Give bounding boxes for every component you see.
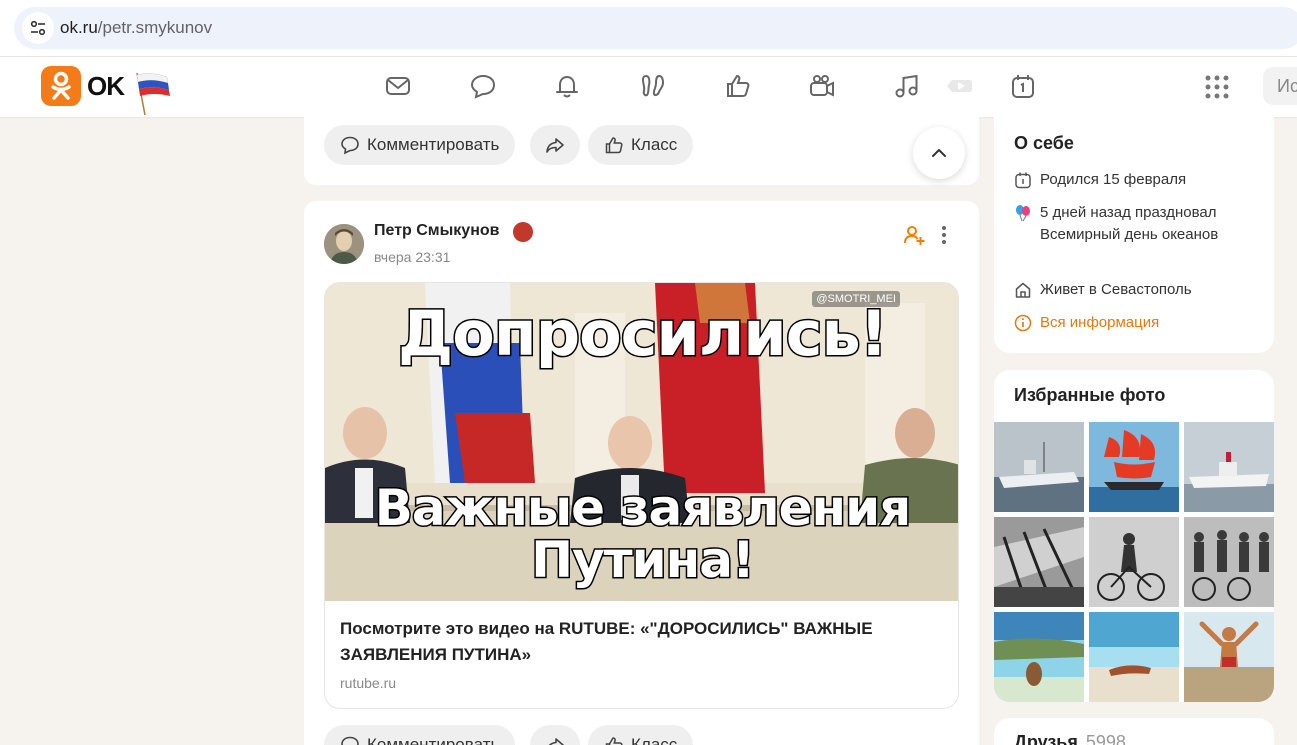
info-icon [1014,314,1032,332]
russian-flag-icon [136,72,170,116]
url-text[interactable]: ok.ru/petr.smykunov [60,18,212,38]
birthday-row: Родился 15 февраля [1014,169,1186,191]
logo-text[interactable]: OK [87,71,125,102]
like-label: Класс [631,135,678,154]
chevron-up-icon [932,149,946,157]
video-icon[interactable] [807,71,837,101]
video-headline-bottom-1: Важные заявления [373,478,912,539]
apps-grid-icon[interactable] [1203,73,1231,101]
notifications-icon[interactable] [552,71,582,101]
comment-label: Комментировать [367,135,500,154]
scroll-to-top-button[interactable] [913,127,965,179]
url-host: ok.ru [60,18,98,37]
author-badge-icon [513,222,533,242]
ok-logo-icon[interactable] [41,66,81,106]
video-thumbnail[interactable]: @SMOTRI_MEI Допросились! Важные заявлени… [325,283,958,601]
friends-count: 5998 [1085,732,1126,745]
comment-icon [341,736,359,745]
share-icon [546,138,564,153]
post-like-label: Класс [631,735,678,745]
music-icon[interactable] [892,71,922,101]
share-button[interactable] [530,125,580,165]
messages-icon[interactable] [383,71,413,101]
search-input[interactable]: Ис [1263,67,1297,105]
share-icon [548,738,564,745]
favorite-photo[interactable] [1184,422,1274,512]
video-headline-bottom-2: Путина! [530,530,757,591]
calendar-icon [1015,172,1031,189]
comment-icon [341,136,359,155]
url-path: /petr.smykunov [97,18,213,37]
post-comment-button[interactable]: Комментировать [324,725,516,745]
friends-title-text: Друзья [1014,732,1078,745]
all-info-link[interactable]: Вся информация [1014,312,1159,334]
favorite-photo[interactable] [994,422,1084,512]
balloons-icon [1016,205,1030,222]
play-icon[interactable] [944,71,974,101]
link-attachment[interactable]: @SMOTRI_MEI Допросились! Важные заявлени… [324,282,959,709]
thumbs-up-icon [605,737,623,745]
link-title[interactable]: Посмотрите это видео на RUTUBE: «"ДОРОСИ… [340,616,940,668]
calendar-icon[interactable] [1008,71,1038,101]
lives-text: Живет в Севастополь [1040,281,1192,298]
more-options-icon[interactable] [934,224,954,246]
thumbs-up-icon [605,137,623,154]
home-icon [1015,282,1031,298]
holiday-row: 5 дней назад праздновал Всемирный день о… [1014,202,1259,246]
add-friend-icon[interactable] [903,224,925,246]
post-like-button[interactable]: Класс [588,725,694,745]
browser-toolbar: ok.ru/petr.smykunov [0,0,1297,57]
address-bar[interactable]: ok.ru/petr.smykunov [14,7,1297,49]
events-icon[interactable] [723,71,753,101]
favorite-photos-title[interactable]: Избранные фото [1014,385,1165,406]
video-headline-top: Допросились! [397,296,890,372]
all-info-text: Вся информация [1040,314,1160,331]
holiday-text: 5 дней назад праздновал Всемирный день о… [1040,204,1219,243]
favorite-photo[interactable] [994,517,1084,607]
author-avatar[interactable] [324,224,364,264]
about-title: О себе [1014,133,1074,153]
discussions-icon[interactable] [468,71,498,101]
favorite-photo[interactable] [1184,517,1274,607]
guests-icon[interactable] [638,71,668,101]
post-comment-label: Комментировать [367,735,500,745]
comment-button[interactable]: Комментировать [324,125,516,165]
favorite-photo[interactable] [1089,422,1179,512]
site-settings-icon[interactable] [22,12,54,44]
post-author-name[interactable]: Петр Смыкунов [374,222,499,240]
post-time[interactable]: вчера 23:31 [374,249,450,265]
lives-row: Живет в Севастополь [1014,279,1192,301]
site-header: OK Ис [0,57,1297,117]
favorite-photo[interactable] [1184,612,1274,702]
favorite-photo[interactable] [1089,517,1179,607]
like-button[interactable]: Класс [588,125,694,165]
friends-title[interactable]: Друзья 5998 [1014,732,1126,745]
link-domain[interactable]: rutube.ru [340,675,396,691]
favorite-photo[interactable] [994,612,1084,702]
favorite-photo[interactable] [1089,612,1179,702]
birthday-text: Родился 15 февраля [1040,171,1187,188]
